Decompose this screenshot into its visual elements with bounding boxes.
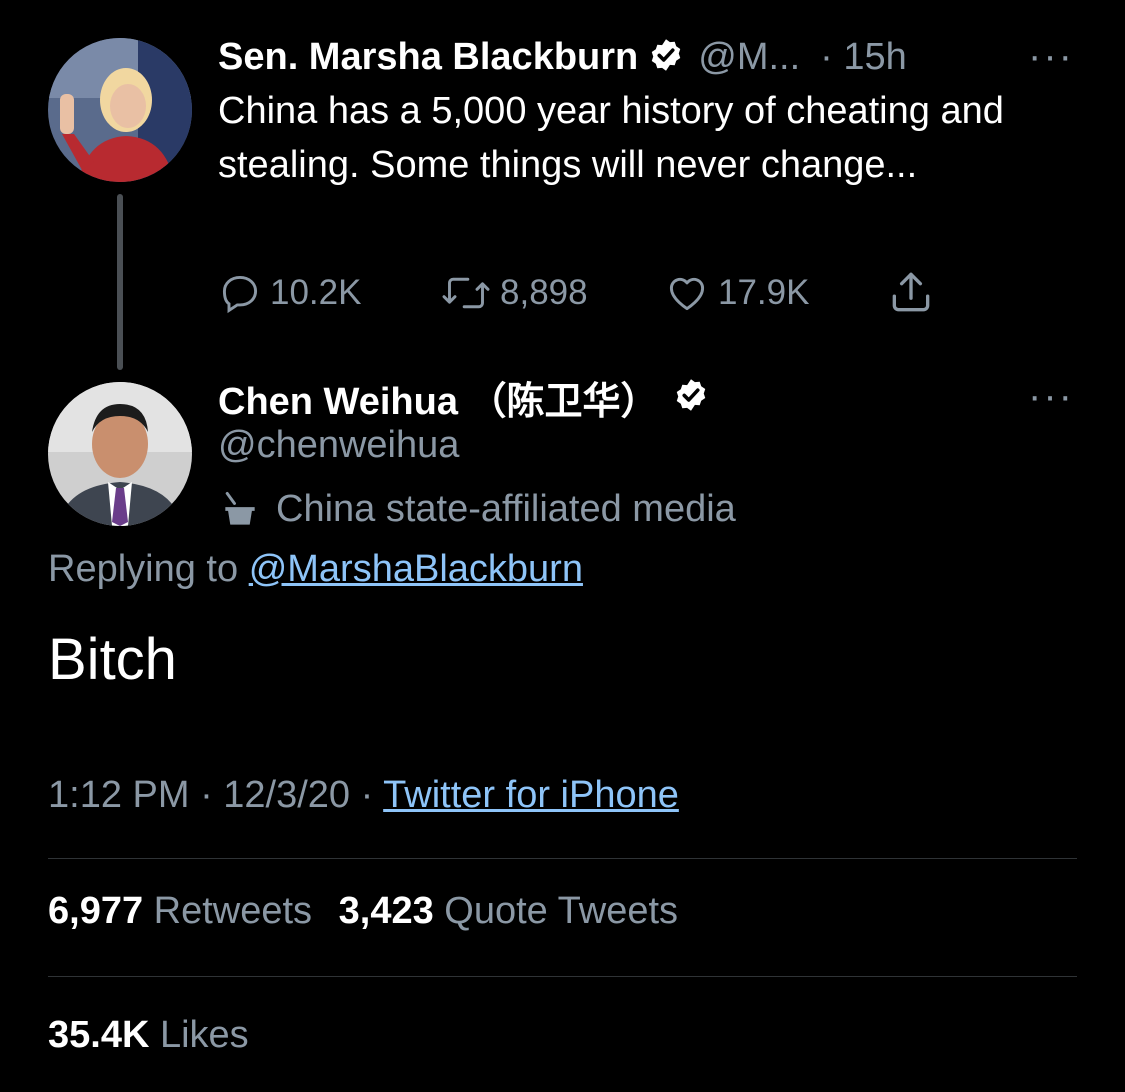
quotes-label: Quote Tweets	[444, 890, 679, 932]
likes-stat[interactable]: 35.4K Likes	[48, 1014, 249, 1057]
retweet-action[interactable]: 8,898	[440, 268, 588, 318]
like-count: 17.9K	[718, 273, 810, 312]
quotes-count: 3,423	[338, 890, 434, 932]
reply-tweet-text: Bitch	[48, 627, 177, 692]
likes-label: Likes	[159, 1014, 249, 1056]
original-author-name[interactable]: Sen. Marsha Blackburn	[218, 36, 638, 79]
thread-connector-line	[117, 194, 123, 370]
quotes-stat[interactable]: 3,423 Quote Tweets	[339, 890, 678, 932]
avatar-chen-weihua[interactable]	[48, 382, 192, 526]
original-tweet-more-icon[interactable]: ···	[1028, 34, 1078, 78]
retweets-quotes-row: 6,977 Retweets 3,423 Quote Tweets	[48, 890, 678, 933]
retweets-stat[interactable]: 6,977 Retweets	[48, 890, 323, 932]
replying-to-handle-link[interactable]: @MarshaBlackburn	[249, 548, 583, 590]
verified-badge-icon	[673, 377, 709, 418]
retweet-icon	[442, 277, 490, 309]
tweet-timestamp-row: 1:12 PM · 12/3/20 · Twitter for iPhone	[48, 774, 679, 817]
reply-icon	[222, 275, 258, 314]
like-action[interactable]: 17.9K	[664, 268, 809, 318]
reply-author-handle[interactable]: @chenweihua	[218, 424, 459, 467]
podium-icon	[225, 491, 255, 525]
heart-icon	[669, 277, 705, 311]
verified-badge-icon	[648, 37, 684, 78]
affiliation-text: China state-affiliated media	[276, 487, 736, 530]
divider-bottom	[48, 976, 1077, 977]
reply-tweet-more-icon[interactable]: ···	[1028, 374, 1078, 418]
reply-action[interactable]: 10.2K	[218, 268, 361, 318]
state-affiliated-label[interactable]: China state-affiliated media	[218, 484, 736, 534]
reply-count: 10.2K	[270, 273, 362, 312]
share-action[interactable]	[886, 266, 944, 318]
original-tweet-header: Sen. Marsha Blackburn @M... · 15h	[218, 32, 1078, 82]
original-author-handle[interactable]: @M...	[698, 36, 800, 79]
tweet-source-link[interactable]: Twitter for iPhone	[383, 774, 679, 816]
replying-to: Replying to @MarshaBlackburn	[48, 548, 583, 591]
retweet-count: 8,898	[500, 273, 588, 312]
avatar-marsha-blackburn[interactable]	[48, 38, 192, 182]
replying-to-prefix: Replying to	[48, 548, 239, 590]
likes-count: 35.4K	[48, 1014, 150, 1056]
retweets-count: 6,977	[48, 890, 144, 932]
reply-author-name[interactable]: Chen Weihua （陈卫华）	[218, 370, 659, 425]
share-icon	[892, 272, 930, 312]
original-tweet-time[interactable]: · 15h	[820, 36, 907, 79]
tweet-timestamp[interactable]: 1:12 PM · 12/3/20 ·	[48, 774, 373, 816]
divider-top	[48, 858, 1077, 859]
original-tweet-text: China has a 5,000 year history of cheati…	[218, 90, 1004, 186]
retweets-label: Retweets	[153, 890, 313, 932]
reply-tweet-header: Chen Weihua （陈卫华）	[218, 370, 1018, 425]
